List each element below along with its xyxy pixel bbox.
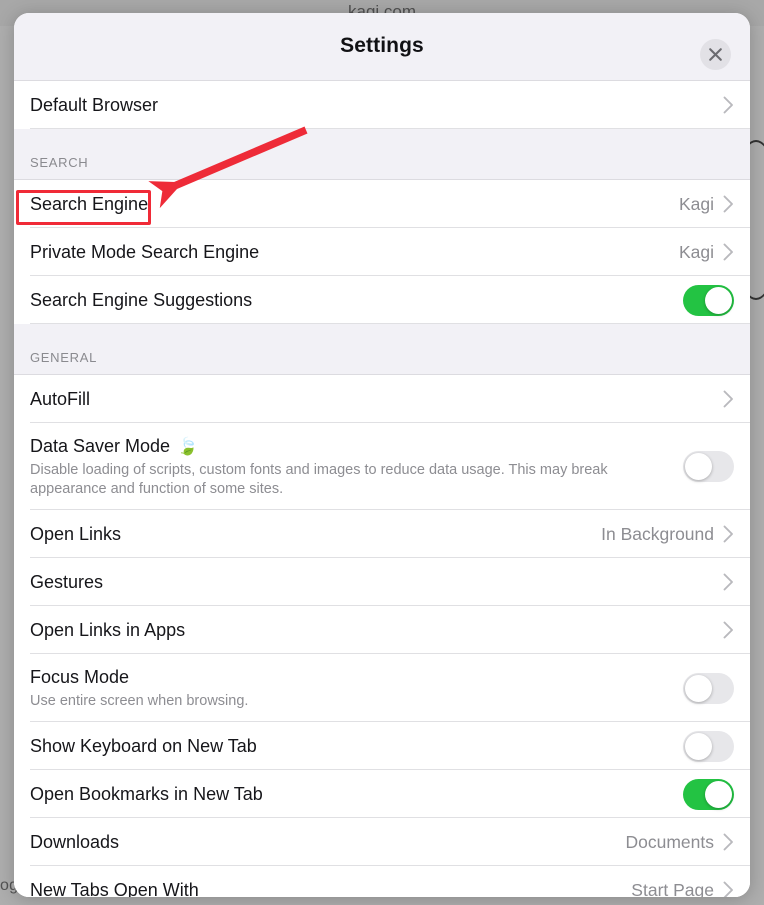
row-main: Focus Mode Use entire screen when browsin…	[30, 654, 683, 722]
row-main: Open Bookmarks in New Tab	[30, 771, 683, 817]
chevron-right-icon	[723, 243, 734, 261]
chevron-right-icon	[723, 621, 734, 639]
row-label-text: Show Keyboard on New Tab	[30, 736, 257, 756]
row-default-browser[interactable]: Default Browser	[14, 81, 750, 129]
chevron-right-icon	[723, 881, 734, 897]
row-label-text: Downloads	[30, 832, 120, 852]
toggle-knob	[685, 453, 712, 480]
chevron-right-icon	[723, 390, 734, 408]
row-private-mode-search-engine[interactable]: Private Mode Search Engine Kagi	[14, 228, 750, 276]
toggle-knob	[685, 732, 712, 760]
row-gestures[interactable]: Gestures	[14, 558, 750, 606]
row-main: Search Engine Suggestions	[30, 277, 683, 323]
row-value-private-mode-search-engine: Kagi	[678, 241, 714, 262]
section-header-search: SEARCH	[14, 129, 750, 180]
row-label-text: AutoFill	[30, 389, 91, 409]
row-description-focus-mode: Use entire screen when browsing.	[30, 693, 249, 709]
row-label-private-mode-search-engine: Private Mode Search Engine	[30, 240, 679, 264]
row-downloads[interactable]: Downloads Documents	[14, 818, 750, 866]
row-main: Private Mode Search Engine	[30, 229, 679, 275]
toggle-focus-mode[interactable]	[683, 672, 734, 704]
leaf-icon: 🍃	[177, 436, 199, 456]
row-label-text: Search Engine Suggestions	[30, 290, 253, 310]
row-label-text: Open Links in Apps	[30, 620, 186, 640]
row-label-data-saver-mode: Data Saver Mode 🍃	[30, 434, 683, 458]
row-main: Open Links	[30, 511, 601, 557]
toggle-data-saver-mode[interactable]	[683, 451, 734, 482]
settings-modal: Settings Default Browser SEARCH Search Eng…	[14, 13, 750, 897]
chevron-right-icon	[723, 573, 734, 591]
row-main: Open Links in Apps	[30, 607, 723, 653]
row-label-default-browser: Default Browser	[30, 93, 723, 117]
row-label-show-keyboard-on-new-tab: Show Keyboard on New Tab	[30, 734, 683, 758]
row-open-links[interactable]: Open Links In Background	[14, 510, 750, 558]
row-label-open-links-in-apps: Open Links in Apps	[30, 618, 723, 642]
toggle-knob	[705, 780, 732, 808]
page-title: Settings	[340, 34, 424, 57]
toggle-search-engine-suggestions[interactable]	[683, 284, 734, 316]
row-label-open-links: Open Links	[30, 522, 601, 546]
row-main: AutoFill	[30, 376, 723, 422]
row-value-downloads: Documents	[625, 831, 714, 852]
row-label-search-engine-suggestions: Search Engine Suggestions	[30, 288, 683, 312]
settings-list: Default Browser SEARCH Search Engine Kagi Pr…	[14, 81, 750, 897]
row-data-saver-mode[interactable]: Data Saver Mode 🍃 Disable loading of scrip…	[14, 423, 750, 510]
row-main: Default Browser	[30, 82, 723, 128]
row-label-new-tabs-open-with: New Tabs Open With	[30, 878, 631, 897]
row-label-text: Default Browser	[30, 95, 159, 115]
row-new-tabs-open-with[interactable]: New Tabs Open With Start Page	[14, 866, 750, 897]
row-label-focus-mode: Focus Mode	[30, 665, 683, 689]
row-label-downloads: Downloads	[30, 830, 625, 854]
chevron-right-icon	[723, 525, 734, 543]
row-value-new-tabs-open-with: Start Page	[631, 879, 714, 898]
toggle-show-keyboard-on-new-tab[interactable]	[683, 730, 734, 762]
row-main: Show Keyboard on New Tab	[30, 723, 683, 769]
toggle-knob	[705, 286, 732, 314]
chevron-right-icon	[723, 96, 734, 114]
row-value-open-links: In Background	[601, 523, 714, 544]
row-search-engine[interactable]: Search Engine Kagi	[14, 180, 750, 228]
row-description-data-saver-mode: Disable loading of scripts, custom fonts…	[30, 462, 608, 497]
row-value-search-engine: Kagi	[678, 193, 714, 214]
section-header-general: GENERAL	[14, 324, 750, 375]
row-label-text: Open Bookmarks in New Tab	[30, 784, 263, 804]
row-label-search-engine: Search Engine	[30, 192, 679, 216]
toggle-knob	[685, 674, 712, 702]
chevron-right-icon	[723, 833, 734, 851]
row-label-gestures: Gestures	[30, 570, 723, 594]
row-label-text: Open Links	[30, 524, 122, 544]
row-label-text: Focus Mode	[30, 667, 130, 687]
close-icon	[709, 48, 722, 61]
row-search-engine-suggestions[interactable]: Search Engine Suggestions	[14, 276, 750, 324]
row-main: New Tabs Open With	[30, 867, 631, 897]
row-label-text: Private Mode Search Engine	[30, 242, 260, 262]
row-main: Gestures	[30, 559, 723, 605]
row-label-autofill: AutoFill	[30, 387, 723, 411]
close-button[interactable]	[700, 39, 731, 70]
settings-header: Settings	[14, 13, 750, 81]
row-label-text: Search Engine	[30, 194, 149, 214]
row-label-text: New Tabs Open With	[30, 880, 199, 897]
row-open-bookmarks-in-new-tab[interactable]: Open Bookmarks in New Tab	[14, 770, 750, 818]
chevron-right-icon	[723, 195, 734, 213]
row-open-links-in-apps[interactable]: Open Links in Apps	[14, 606, 750, 654]
row-main: Downloads	[30, 819, 625, 865]
row-label-open-bookmarks-in-new-tab: Open Bookmarks in New Tab	[30, 782, 683, 806]
row-main: Data Saver Mode 🍃 Disable loading of scrip…	[30, 423, 683, 510]
row-label-text: Data Saver Mode	[30, 436, 171, 456]
row-focus-mode[interactable]: Focus Mode Use entire screen when browsin…	[14, 654, 750, 722]
row-show-keyboard-on-new-tab[interactable]: Show Keyboard on New Tab	[14, 722, 750, 770]
toggle-open-bookmarks-in-new-tab[interactable]	[683, 778, 734, 810]
row-label-text: Gestures	[30, 572, 104, 592]
row-autofill[interactable]: AutoFill	[14, 375, 750, 423]
row-main: Search Engine	[30, 181, 679, 227]
